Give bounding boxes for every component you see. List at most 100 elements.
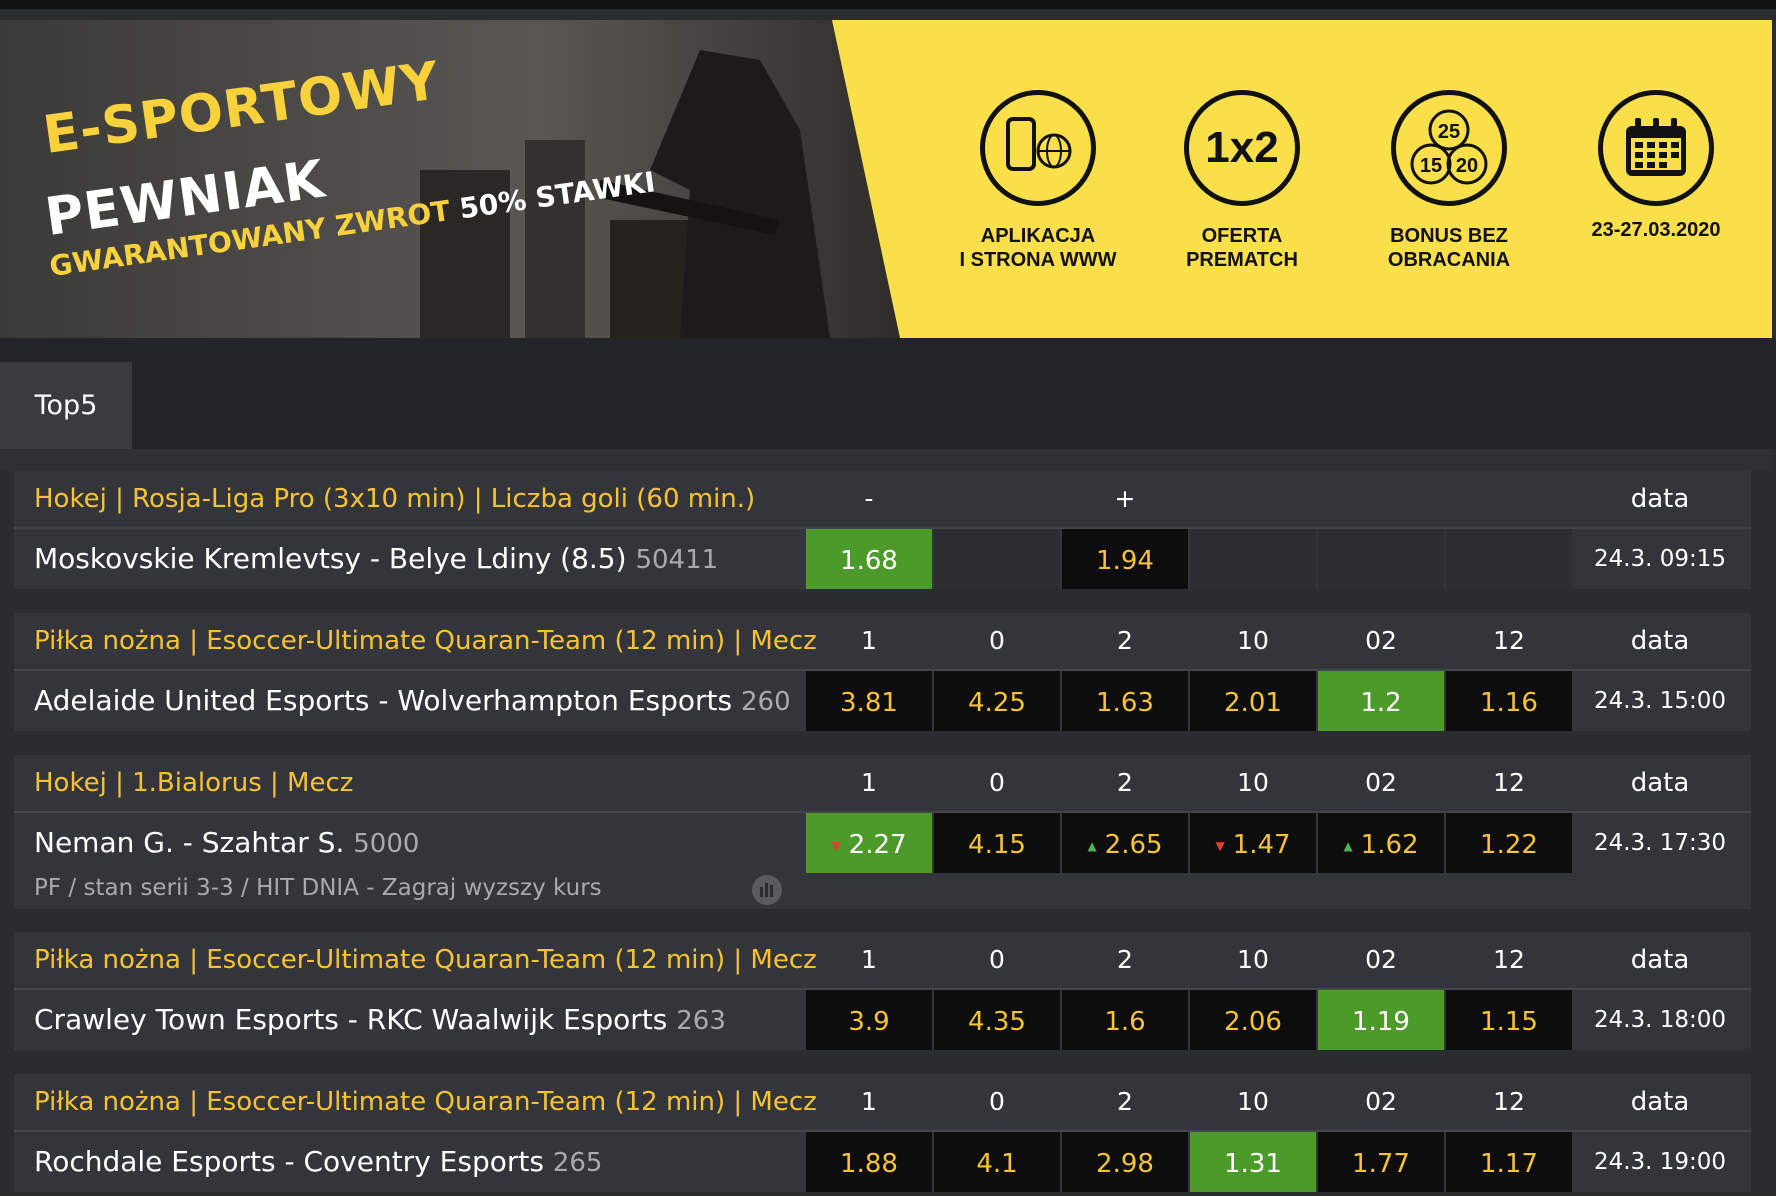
column-header	[1190, 471, 1316, 527]
column-header	[1446, 471, 1572, 527]
event-header: Piłka nożna | Esoccer-Ultimate Quaran-Te…	[14, 1074, 1751, 1132]
promo-banner[interactable]: E-SPORTOWY PEWNIAK GWARANTOWANY ZWROT 50…	[0, 20, 1772, 338]
match-teams[interactable]: Adelaide United Esports - Wolverhampton …	[34, 684, 732, 717]
column-header: 1	[861, 768, 877, 797]
match-teams[interactable]: Crawley Town Esports - RKC Waalwijk Espo…	[34, 1003, 667, 1036]
odd-button[interactable]: 4.35	[934, 990, 1060, 1050]
league-link[interactable]: Piłka nożna | Esoccer-Ultimate Quaran-Te…	[34, 932, 817, 988]
odd-button[interactable]: 3.81	[806, 671, 932, 731]
column-header: 12	[1493, 768, 1525, 797]
trend-down-icon: ▼	[831, 838, 841, 853]
column-header: 10	[1237, 626, 1269, 655]
league-link[interactable]: Piłka nożna | Esoccer-Ultimate Quaran-Te…	[34, 613, 817, 669]
odd-button[interactable]: 1.16	[1446, 671, 1572, 731]
coin-20-text: 20	[1456, 155, 1478, 177]
match-teams[interactable]: Rochdale Esports - Coventry Esports	[34, 1145, 544, 1178]
odd-button[interactable]: 4.25	[934, 671, 1060, 731]
column-header: 0	[989, 768, 1005, 797]
league-link[interactable]: Hokej | 1.Bialorus | Mecz	[34, 755, 353, 811]
column-header	[1318, 471, 1444, 527]
column-header: 2	[1117, 945, 1133, 974]
odd-button[interactable]: 2.98	[1062, 1132, 1188, 1192]
odd-button[interactable]: 3.9	[806, 990, 932, 1050]
league-link[interactable]: Piłka nożna | Esoccer-Ultimate Quaran-Te…	[34, 1074, 817, 1130]
match-id: 260	[741, 687, 791, 717]
odd-button[interactable]: 1.31	[1190, 1132, 1316, 1192]
odd-empty	[1318, 529, 1444, 589]
phone-globe-icon	[980, 90, 1096, 206]
feature-prematch-label: OFERTA PREMATCH	[1186, 225, 1298, 271]
match-row: Neman G. - Szahtar S. 5000 ▼ 2.27 4.15 ▲ 2…	[14, 813, 1751, 873]
column-header: 12	[1493, 945, 1525, 974]
odd-button[interactable]: ▼ 2.27	[806, 813, 932, 873]
match-date: 24.3. 09:15	[1593, 546, 1727, 572]
odd-button[interactable]: 1.6	[1062, 990, 1188, 1050]
column-header: 02	[1365, 768, 1397, 797]
odd-button[interactable]: 1.63	[1062, 671, 1188, 731]
trend-up-icon: ▲	[1087, 838, 1097, 853]
odd-button[interactable]: 1.88	[806, 1132, 932, 1192]
match-date: 24.3. 18:00	[1593, 1007, 1727, 1033]
date-header: data	[1630, 768, 1690, 798]
date-header: data	[1630, 484, 1690, 514]
coin-15-text: 15	[1420, 155, 1442, 177]
trend-up-icon: ▲	[1343, 838, 1353, 853]
match-date: 24.3. 19:00	[1593, 1149, 1727, 1175]
odd-button[interactable]: 1.22	[1446, 813, 1572, 873]
odd-empty	[1446, 529, 1572, 589]
odd-button[interactable]: 1.77	[1318, 1132, 1444, 1192]
event-block: Hokej | 1.Bialorus | Mecz 1 0 2 10 02 12…	[14, 755, 1751, 909]
odd-button[interactable]: 1.15	[1446, 990, 1572, 1050]
odd-value: 2.65	[1104, 830, 1163, 860]
odd-button[interactable]: 2.06	[1190, 990, 1316, 1050]
match-teams[interactable]: Neman G. - Szahtar S.	[34, 826, 344, 859]
match-name[interactable]: Moskovskie Kremlevtsy - Belye Ldiny (8.5…	[34, 529, 718, 589]
column-header: 0	[989, 1087, 1005, 1116]
column-header: 1	[861, 945, 877, 974]
event-header: Hokej | 1.Bialorus | Mecz 1 0 2 10 02 12…	[14, 755, 1751, 813]
odd-button[interactable]: 4.1	[934, 1132, 1060, 1192]
odd-button[interactable]: ▲ 1.62	[1318, 813, 1444, 873]
odd-button[interactable]: ▼ 1.47	[1190, 813, 1316, 873]
stats-icon[interactable]	[752, 875, 782, 905]
match-row: Adelaide United Esports - Wolverhampton …	[14, 671, 1751, 731]
column-header: 1	[861, 626, 877, 655]
date-header: data	[1630, 945, 1690, 975]
match-name[interactable]: Rochdale Esports - Coventry Esports 265	[34, 1132, 602, 1192]
odd-button[interactable]: 1.2	[1318, 671, 1444, 731]
match-date: 24.3. 17:30	[1593, 830, 1727, 856]
tab-top5[interactable]: Top5	[0, 362, 132, 449]
odd-button[interactable]: 1.94	[1062, 529, 1188, 589]
match-teams[interactable]: Moskovskie Kremlevtsy - Belye Ldiny (8.5…	[34, 542, 627, 575]
match-name[interactable]: Adelaide United Esports - Wolverhampton …	[34, 671, 791, 731]
column-header: 02	[1365, 945, 1397, 974]
event-header: Piłka nożna | Esoccer-Ultimate Quaran-Te…	[14, 932, 1751, 990]
trend-down-icon: ▼	[1215, 838, 1225, 853]
top-bar	[0, 0, 1776, 9]
odd-button[interactable]: 4.15	[934, 813, 1060, 873]
odd-button[interactable]: 1.17	[1446, 1132, 1572, 1192]
match-subtext: PF / stan serii 3-3 / HIT DNIA - Zagraj …	[34, 875, 602, 901]
odd-button[interactable]: ▲ 2.65	[1062, 813, 1188, 873]
column-header: 12	[1493, 1087, 1525, 1116]
league-link[interactable]: Hokej | Rosja-Liga Pro (3x10 min) | Licz…	[34, 471, 755, 527]
odd-value: 1.47	[1232, 830, 1291, 860]
odd-button[interactable]: 2.01	[1190, 671, 1316, 731]
coin-25-text: 25	[1438, 121, 1460, 143]
column-header: +	[1114, 484, 1136, 513]
feature-dates: 23-27.03.2020	[1556, 90, 1756, 242]
column-header: 0	[989, 626, 1005, 655]
odd-button[interactable]: 1.68	[806, 529, 932, 589]
match-name[interactable]: Neman G. - Szahtar S. 5000	[34, 813, 419, 873]
match-subinfo: PF / stan serii 3-3 / HIT DNIA - Zagraj …	[14, 873, 1751, 909]
feature-app-label: APLIKACJA I STRONA WWW	[959, 225, 1117, 271]
match-name[interactable]: Crawley Town Esports - RKC Waalwijk Espo…	[34, 990, 726, 1050]
odd-value: 1.22	[1480, 830, 1538, 860]
column-header: 0	[989, 945, 1005, 974]
feature-bonus: 25 15 20 BONUS BEZ OBRACANIA	[1349, 90, 1549, 272]
odd-button[interactable]: 1.19	[1318, 990, 1444, 1050]
match-row: Crawley Town Esports - RKC Waalwijk Espo…	[14, 990, 1751, 1050]
event-header: Hokej | Rosja-Liga Pro (3x10 min) | Licz…	[14, 471, 1751, 529]
match-id: 265	[552, 1148, 603, 1178]
column-header: 10	[1237, 768, 1269, 797]
